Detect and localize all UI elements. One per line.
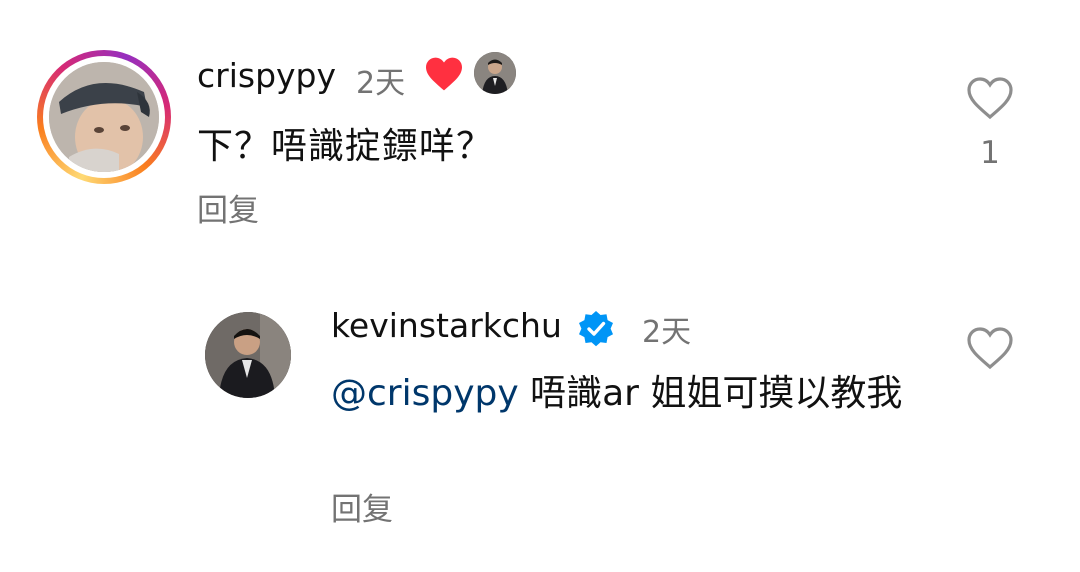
- comment-username[interactable]: crispypy: [197, 56, 336, 95]
- mention-link[interactable]: @crispypy: [331, 373, 519, 414]
- comment-body: 唔識ar 姐姐可摸以教我: [518, 373, 903, 414]
- comments-thread: crispypy 2天 下？唔識掟鏢咩？ 回复 1 kevinstarkchu: [0, 0, 1080, 572]
- comment-text: @crispypy 唔識ar 姐姐可摸以教我: [331, 368, 931, 420]
- verified-badge-icon: [579, 311, 613, 347]
- commenter-avatar-story-ring[interactable]: [37, 50, 171, 184]
- avatar: [49, 62, 159, 172]
- reply-button[interactable]: 回复: [331, 484, 393, 529]
- avatar-photo: [49, 62, 159, 172]
- comment-username[interactable]: kevinstarkchu: [331, 306, 562, 345]
- like-heart-icon[interactable]: [966, 326, 1014, 370]
- comment-timestamp: 2天: [642, 315, 692, 350]
- reply-button[interactable]: 回复: [197, 185, 259, 230]
- creator-mini-avatar: [474, 52, 516, 94]
- avatar-photo: [205, 312, 291, 398]
- avatar[interactable]: [205, 312, 291, 398]
- like-count: 1: [980, 135, 1000, 171]
- comment-text: 下？唔識掟鏢咩？: [197, 126, 494, 167]
- comment-timestamp: 2天: [356, 66, 406, 101]
- like-heart-icon[interactable]: [966, 76, 1014, 120]
- liked-by-creator-heart-icon: [426, 57, 462, 91]
